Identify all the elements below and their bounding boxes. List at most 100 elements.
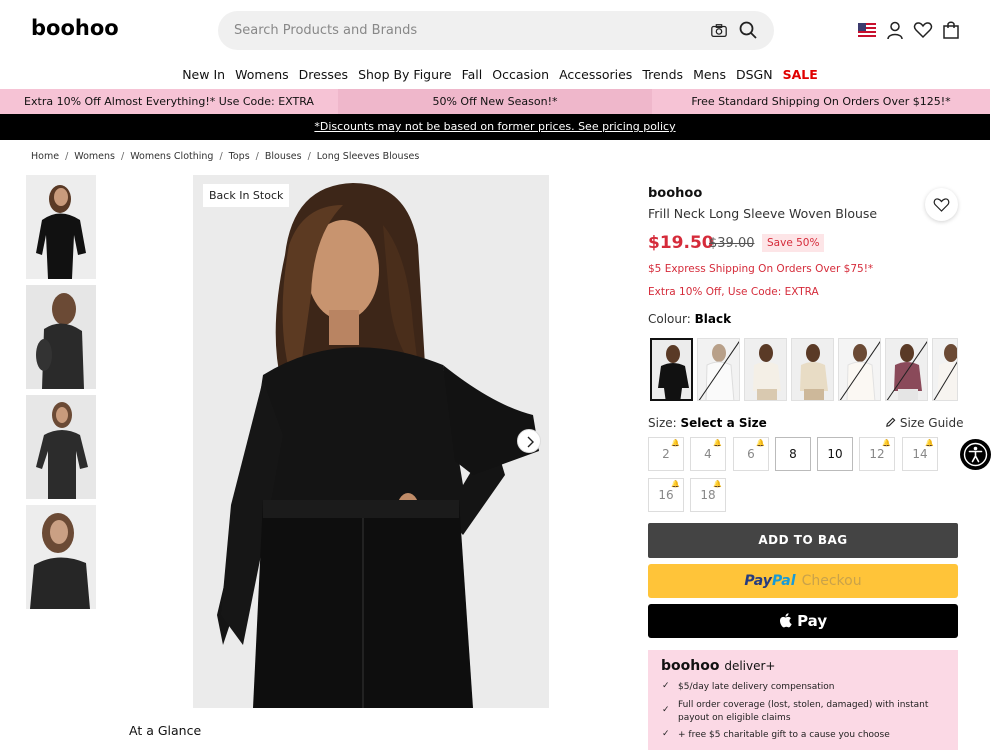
- accessibility-icon: [963, 442, 988, 467]
- thumbnail-4[interactable]: [26, 505, 96, 609]
- size-option-6[interactable]: 6 🔔: [733, 437, 769, 471]
- breadcrumb-home[interactable]: Home: [31, 151, 59, 162]
- size-option-label: 8: [789, 447, 797, 461]
- deliver-plus-item-text: Full order coverage (lost, stolen, damag…: [678, 700, 929, 723]
- account-icon[interactable]: [885, 20, 905, 40]
- size-value: Select a Size: [680, 416, 767, 430]
- breadcrumb-tops[interactable]: Tops: [229, 151, 250, 162]
- size-option-label: 16: [658, 488, 674, 502]
- colour-label-text: Colour:: [648, 312, 691, 326]
- breadcrumb-blouses[interactable]: Blouses: [265, 151, 302, 162]
- nav-item-sale[interactable]: SALE: [783, 62, 818, 88]
- nav-item-womens[interactable]: Womens: [235, 62, 289, 88]
- us-flag-icon[interactable]: [858, 23, 876, 39]
- search-input[interactable]: [234, 11, 694, 50]
- bell-icon: 🔔: [671, 480, 680, 488]
- colour-swatch-ivory[interactable]: [838, 338, 881, 401]
- accessibility-button[interactable]: [960, 439, 991, 470]
- swatch-image: [839, 339, 880, 400]
- add-to-bag-button[interactable]: ADD TO BAG: [648, 523, 958, 558]
- camera-icon[interactable]: [710, 22, 728, 40]
- deliver-plus-item-text: $5/day late delivery compensation: [678, 682, 835, 692]
- add-to-wishlist-button[interactable]: [925, 188, 958, 221]
- colour-swatch-cream[interactable]: [744, 338, 787, 401]
- main-product-image[interactable]: Back In Stock: [193, 175, 549, 708]
- breadcrumb-long-sleeves-blouses[interactable]: Long Sleeves Blouses: [317, 151, 420, 162]
- size-option-label: 6: [747, 447, 755, 461]
- colour-swatch-stone[interactable]: [791, 338, 834, 401]
- swatch-image: [745, 339, 786, 400]
- nav-item-accessories[interactable]: Accessories: [559, 62, 632, 88]
- nav-item-occasion[interactable]: Occasion: [492, 62, 549, 88]
- size-option-2[interactable]: 2 🔔: [648, 437, 684, 471]
- heart-icon: [933, 198, 950, 212]
- next-image-button[interactable]: [517, 429, 541, 453]
- breadcrumb-womens-clothing[interactable]: Womens Clothing: [130, 151, 213, 162]
- colour-swatch-berry[interactable]: [885, 338, 928, 401]
- colour-swatch-black[interactable]: [650, 338, 693, 401]
- thumbnail-image: [26, 505, 96, 609]
- size-option-4[interactable]: 4 🔔: [690, 437, 726, 471]
- thumbnail-1[interactable]: [26, 175, 96, 279]
- paypal-checkout-button[interactable]: PayPal Checkou: [648, 564, 958, 598]
- wishlist-icon[interactable]: [913, 20, 933, 40]
- search-bar[interactable]: [218, 11, 774, 50]
- nav-item-fall[interactable]: Fall: [462, 62, 483, 88]
- paypal-logo-part1: Pay: [744, 573, 772, 589]
- deliver-plus-title: boohoo deliver+: [661, 658, 775, 674]
- check-icon: ✓: [662, 681, 670, 691]
- size-option-14[interactable]: 14 🔔: [902, 437, 938, 471]
- chevron-right-icon: [527, 436, 534, 448]
- size-option-16[interactable]: 16 🔔: [648, 478, 684, 512]
- product-photo: [193, 175, 549, 708]
- size-option-18[interactable]: 18 🔔: [690, 478, 726, 512]
- check-icon: ✓: [662, 705, 670, 715]
- apple-pay-button[interactable]: Pay: [648, 604, 958, 638]
- size-label: Size: Select a Size: [648, 416, 767, 430]
- deliver-plus-item-text: + free $5 charitable gift to a cause you…: [678, 730, 890, 740]
- paypal-checkout-label: Checkou: [801, 573, 862, 589]
- back-in-stock-badge: Back In Stock: [203, 184, 290, 207]
- size-option-8[interactable]: 8: [775, 437, 811, 471]
- size-option-10[interactable]: 10: [817, 437, 853, 471]
- breadcrumb-womens[interactable]: Womens: [74, 151, 115, 162]
- size-option-label: 18: [700, 488, 716, 502]
- current-price: $19.50: [648, 233, 714, 253]
- colour-swatch-more[interactable]: [932, 338, 958, 401]
- logo[interactable]: boohoo: [31, 16, 119, 40]
- deliver-plus-panel: boohoo deliver+ ✓ $5/day late delivery co…: [648, 650, 958, 750]
- bag-icon[interactable]: [941, 20, 961, 40]
- colour-swatch-white[interactable]: [697, 338, 740, 401]
- nav-item-trends[interactable]: Trends: [642, 62, 683, 88]
- nav-item-new-in[interactable]: New In: [182, 62, 225, 88]
- promo-left[interactable]: Extra 10% Off Almost Everything!* Use Co…: [0, 89, 338, 114]
- shipping-promo: $5 Express Shipping On Orders Over $75!*: [648, 263, 874, 275]
- product-brand: boohoo: [648, 186, 703, 201]
- size-option-label: 10: [827, 447, 843, 461]
- promo-right[interactable]: Free Standard Shipping On Orders Over $1…: [652, 89, 990, 114]
- deliver-plus-item: ✓ $5/day late delivery compensation: [662, 681, 948, 694]
- extra-discount-promo: Extra 10% Off, Use Code: EXTRA: [648, 286, 819, 298]
- product-name: Frill Neck Long Sleeve Woven Blouse: [648, 206, 878, 221]
- swatch-image: [652, 340, 691, 399]
- search-icon[interactable]: [738, 20, 758, 40]
- thumbnail-3[interactable]: [26, 395, 96, 499]
- size-option-label: 12: [869, 447, 885, 461]
- apple-icon: [779, 613, 792, 628]
- bell-icon: 🔔: [713, 439, 722, 447]
- nav-item-shop-by-figure[interactable]: Shop By Figure: [358, 62, 452, 88]
- promo-center[interactable]: 50% Off New Season!*: [338, 89, 652, 114]
- pricing-policy-link[interactable]: *Discounts may not be based on former pr…: [314, 120, 675, 133]
- thumbnail-2[interactable]: [26, 285, 96, 389]
- nav-item-dsgn[interactable]: DSGN: [736, 62, 773, 88]
- size-option-label: 4: [704, 447, 712, 461]
- size-guide-link[interactable]: Size Guide: [885, 416, 964, 430]
- bell-icon: 🔔: [882, 439, 891, 447]
- nav-item-mens[interactable]: Mens: [693, 62, 726, 88]
- nav-item-dresses[interactable]: Dresses: [299, 62, 348, 88]
- swatch-image: [792, 339, 833, 400]
- bell-icon: 🔔: [671, 439, 680, 447]
- size-option-12[interactable]: 12 🔔: [859, 437, 895, 471]
- deliver-plus-item: ✓ Full order coverage (lost, stolen, dama…: [662, 699, 948, 725]
- thumbnail-image: [26, 175, 96, 279]
